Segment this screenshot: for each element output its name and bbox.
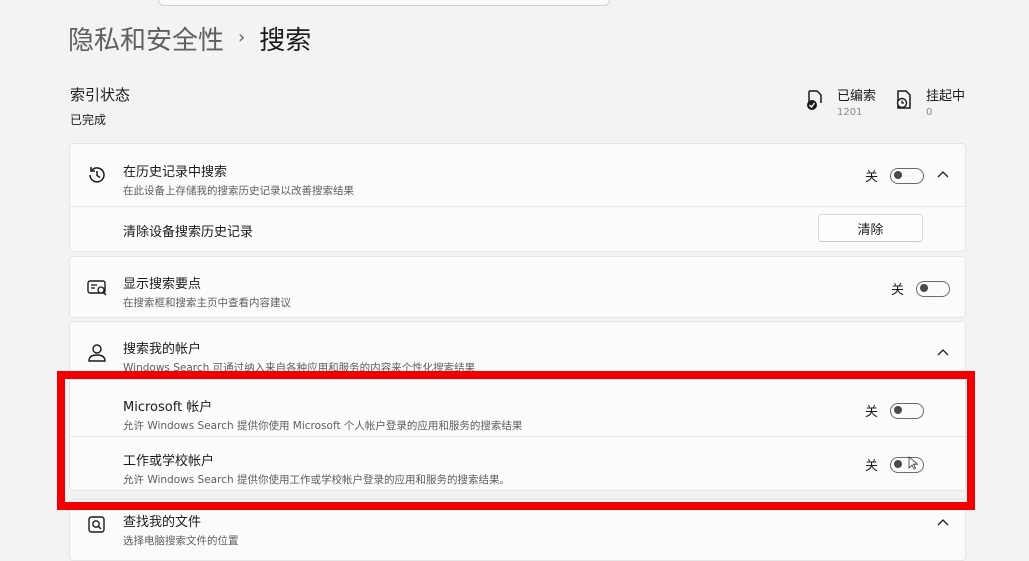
pending-label: 挂起中 xyxy=(925,89,965,104)
pending-doc-icon xyxy=(896,90,911,109)
breadcrumb-parent[interactable]: 隐私和安全性 xyxy=(68,20,224,57)
history-toggle-group: 关 xyxy=(865,166,925,185)
highlights-card: 显示搜索要点 在搜索框和搜索主页中查看内容建议 关 xyxy=(69,256,966,318)
index-stats: 已编索 1201 挂起中 0 xyxy=(805,85,965,118)
history-description: 在此设备上存储我的搜索历史记录以改善搜索结果 xyxy=(123,185,354,197)
history-title: 在历史记录中搜索 xyxy=(123,165,228,180)
indexed-label: 已编索 xyxy=(836,89,876,104)
search-highlights-icon xyxy=(87,280,107,296)
red-highlight-box xyxy=(57,371,975,510)
page-title: 搜索 xyxy=(259,26,312,56)
highlights-row[interactable]: 显示搜索要点 在搜索框和搜索主页中查看内容建议 关 xyxy=(70,257,965,317)
history-row[interactable]: 在历史记录中搜索 在此设备上存储我的搜索历史记录以改善搜索结果 关 xyxy=(70,144,965,206)
history-icon xyxy=(89,167,105,183)
index-status-title: 索引状态 xyxy=(70,86,131,104)
highlights-toggle-label: 关 xyxy=(891,283,905,298)
index-status: 索引状态 已完成 xyxy=(70,84,130,128)
index-status-value: 已完成 xyxy=(70,113,107,127)
history-toggle-label: 关 xyxy=(865,170,879,185)
highlights-title: 显示搜索要点 xyxy=(123,277,202,292)
history-card: 在历史记录中搜索 在此设备上存储我的搜索历史记录以改善搜索结果 关 清除设备搜索… xyxy=(69,143,966,252)
indexed-stat: 已编索 1201 xyxy=(805,85,876,118)
clear-history-label: 清除设备搜索历史记录 xyxy=(123,225,254,240)
clear-button[interactable]: 清除 xyxy=(818,214,923,242)
pending-count: 0 xyxy=(925,107,933,118)
mouse-cursor-icon xyxy=(908,456,918,470)
find-files-description: 选择电脑搜索文件的位置 xyxy=(123,535,239,547)
highlights-toggle[interactable] xyxy=(916,280,951,297)
history-toggle[interactable] xyxy=(890,167,925,184)
indexed-count: 1201 xyxy=(836,107,863,118)
highlights-toggle-group: 关 xyxy=(891,279,951,298)
chevron-up-icon[interactable] xyxy=(936,168,950,182)
breadcrumb: 隐私和安全性 › 搜索 xyxy=(68,20,311,57)
chevron-up-icon[interactable] xyxy=(936,516,950,530)
accounts-title: 搜索我的帐户 xyxy=(123,342,202,357)
find-files-title: 查找我的文件 xyxy=(123,515,202,530)
search-box-edge[interactable] xyxy=(158,0,610,6)
pending-stat: 挂起中 0 xyxy=(894,85,965,118)
search-file-icon xyxy=(88,516,105,533)
clear-history-row: 清除设备搜索历史记录 清除 xyxy=(70,207,965,251)
highlights-description: 在搜索框和搜索主页中查看内容建议 xyxy=(123,297,291,309)
accounts-row[interactable]: 搜索我的帐户 Windows Search 可通过纳入来自各种应用和服务的内容来… xyxy=(70,322,965,377)
indexed-doc-icon xyxy=(806,90,822,110)
chevron-up-icon[interactable] xyxy=(936,346,950,360)
breadcrumb-separator: › xyxy=(238,27,246,48)
person-icon xyxy=(88,344,106,362)
